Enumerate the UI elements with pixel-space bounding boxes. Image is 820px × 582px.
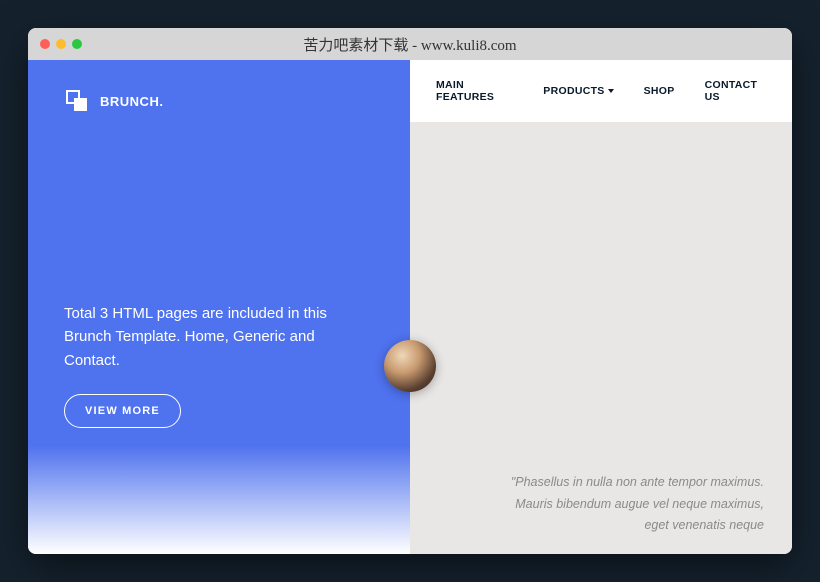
testimonial-quote: "Phasellus in nulla non ante tempor maxi…	[490, 472, 764, 536]
avatar	[384, 340, 436, 392]
nav-shop[interactable]: SHOP	[644, 85, 675, 97]
hero-section: Total 3 HTML pages are included in this …	[64, 302, 362, 428]
brand-logo[interactable]: BRUNCH.	[64, 88, 374, 114]
nav-label: MAIN FEATURES	[436, 79, 513, 103]
window-title: 苦力吧素材下载 - www.kuli8.com	[28, 34, 792, 55]
browser-window: 苦力吧素材下载 - www.kuli8.com BRUNCH. Total 3 …	[28, 28, 792, 554]
hero-text: Total 3 HTML pages are included in this …	[64, 302, 362, 372]
brand-name: BRUNCH.	[100, 94, 163, 109]
view-more-button[interactable]: VIEW MORE	[64, 394, 181, 428]
chevron-down-icon	[608, 89, 614, 93]
testimonial-panel: MAIN FEATURES PRODUCTS SHOP CONTACT US "…	[410, 60, 792, 554]
nav-contact-us[interactable]: CONTACT US	[705, 79, 766, 103]
nav-label: CONTACT US	[705, 79, 766, 103]
nav-products[interactable]: PRODUCTS	[543, 85, 613, 97]
nav-main-features[interactable]: MAIN FEATURES	[436, 79, 513, 103]
hero-panel: BRUNCH. Total 3 HTML pages are included …	[28, 60, 410, 554]
nav-label: SHOP	[644, 85, 675, 97]
logo-icon	[64, 88, 90, 114]
nav-label: PRODUCTS	[543, 85, 604, 97]
window-titlebar: 苦力吧素材下载 - www.kuli8.com	[28, 28, 792, 60]
page-content: BRUNCH. Total 3 HTML pages are included …	[28, 60, 792, 554]
main-nav: MAIN FEATURES PRODUCTS SHOP CONTACT US	[410, 60, 792, 122]
